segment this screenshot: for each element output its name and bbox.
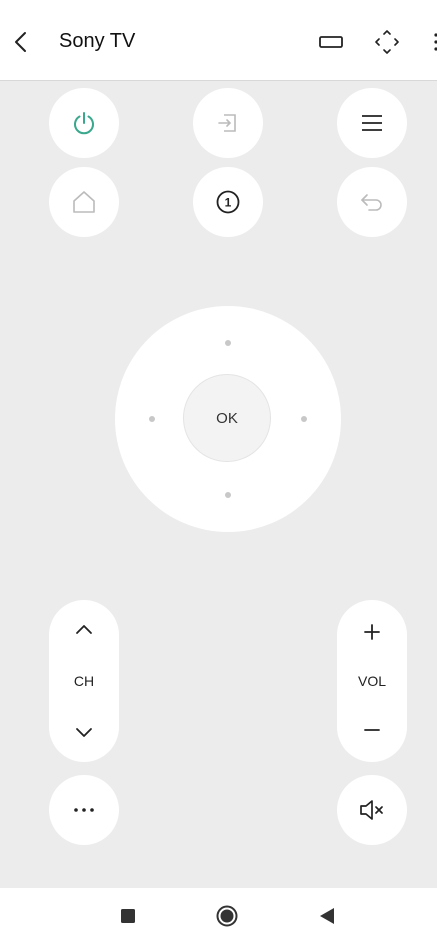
dpad-left-button[interactable] [149, 416, 155, 422]
dpad-down-button[interactable] [225, 492, 231, 498]
channel-up-button[interactable] [49, 600, 119, 660]
menu-icon [362, 115, 382, 131]
ok-label: OK [216, 409, 238, 427]
power-icon [74, 112, 94, 135]
input-button[interactable] [193, 88, 263, 158]
ok-button[interactable]: OK [183, 374, 271, 462]
menu-button[interactable] [337, 88, 407, 158]
minus-icon [364, 729, 380, 731]
system-nav-bar [0, 888, 437, 940]
volume-control: VOL [337, 600, 407, 762]
home-circle-icon[interactable] [216, 905, 238, 927]
return-button[interactable] [337, 167, 407, 237]
more-options-button[interactable] [49, 775, 119, 845]
channel-label: CH [73, 673, 95, 689]
app-header: Sony TV [0, 0, 437, 81]
return-icon [361, 194, 382, 211]
volume-label: VOL [357, 673, 386, 689]
chevron-down-icon [76, 728, 92, 737]
recents-square-icon[interactable] [117, 905, 139, 927]
home-button[interactable] [49, 167, 119, 237]
fullscreen-move-icon[interactable] [374, 30, 400, 54]
number-1-button[interactable]: 1 [193, 167, 263, 237]
volume-down-button[interactable] [337, 698, 407, 762]
mute-button[interactable] [337, 775, 407, 845]
back-triangle-icon[interactable] [316, 905, 338, 927]
dpad-right-button[interactable] [301, 416, 307, 422]
home-icon [73, 191, 95, 213]
svg-text:1: 1 [225, 196, 232, 210]
dpad-up-button[interactable] [225, 340, 231, 346]
back-arrow-icon[interactable] [10, 30, 34, 54]
more-dots-icon [74, 808, 94, 812]
channel-control: CH [49, 600, 119, 762]
input-icon [218, 114, 236, 132]
dpad: OK [115, 306, 341, 532]
power-button[interactable] [49, 88, 119, 158]
more-vert-icon[interactable] [428, 30, 437, 54]
number-1-icon: 1 [216, 190, 240, 214]
plus-icon [364, 624, 380, 640]
mute-icon [360, 800, 383, 820]
chevron-up-icon [76, 625, 92, 634]
volume-up-button[interactable] [337, 600, 407, 664]
page-title: Sony TV [59, 30, 136, 52]
channel-down-button[interactable] [49, 702, 119, 762]
screen-icon[interactable] [318, 30, 344, 54]
